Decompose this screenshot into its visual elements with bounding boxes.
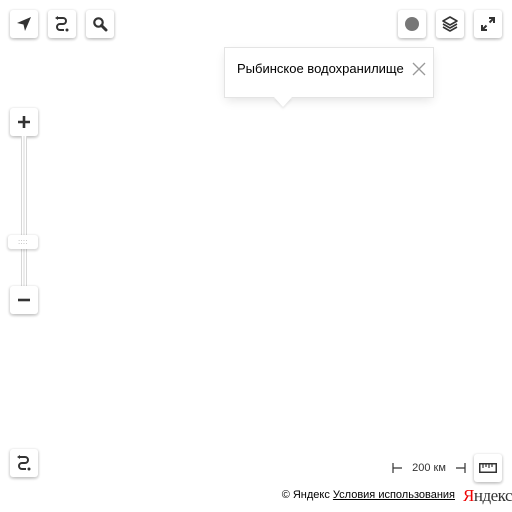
fullscreen-button[interactable] — [474, 10, 502, 38]
geolocation-arrow-icon — [17, 17, 31, 31]
ruler-button[interactable] — [474, 454, 502, 482]
yandex-logo[interactable]: Яндекс — [463, 486, 512, 506]
logo-first-letter: Я — [463, 486, 474, 505]
balloon-title: Рыбинское водохранилище — [237, 61, 404, 76]
zoom-in-button[interactable] — [10, 108, 38, 136]
layers-button[interactable] — [436, 10, 464, 38]
zoom-slider-thumb[interactable]: :::: — [8, 235, 38, 249]
balloon-tail — [274, 97, 292, 107]
route-panel-button[interactable] — [10, 449, 38, 477]
search-button[interactable] — [86, 10, 114, 38]
ruler-icon — [479, 463, 497, 473]
layers-icon — [442, 16, 458, 32]
route-button[interactable] — [48, 10, 76, 38]
geolocation-button[interactable] — [10, 10, 38, 38]
route-icon — [17, 455, 31, 471]
search-icon — [93, 17, 108, 32]
map-balloon: Рыбинское водохранилище — [224, 47, 434, 98]
route-icon — [55, 16, 69, 32]
traffic-icon — [405, 17, 419, 31]
terms-link[interactable]: Условия использования — [333, 489, 455, 501]
close-icon[interactable] — [411, 61, 427, 77]
zoom-out-button[interactable] — [10, 286, 38, 314]
expand-icon — [481, 17, 495, 31]
scale-label: 200 км — [402, 462, 456, 475]
traffic-button[interactable] — [398, 10, 426, 38]
zoom-slider-track[interactable] — [21, 136, 27, 286]
plus-icon — [18, 116, 30, 128]
copyright: © Яндекс Условия использования — [282, 488, 455, 502]
logo-rest: ндекс — [473, 486, 512, 505]
copyright-text: © Яндекс — [281, 489, 330, 501]
minus-icon — [18, 298, 30, 302]
